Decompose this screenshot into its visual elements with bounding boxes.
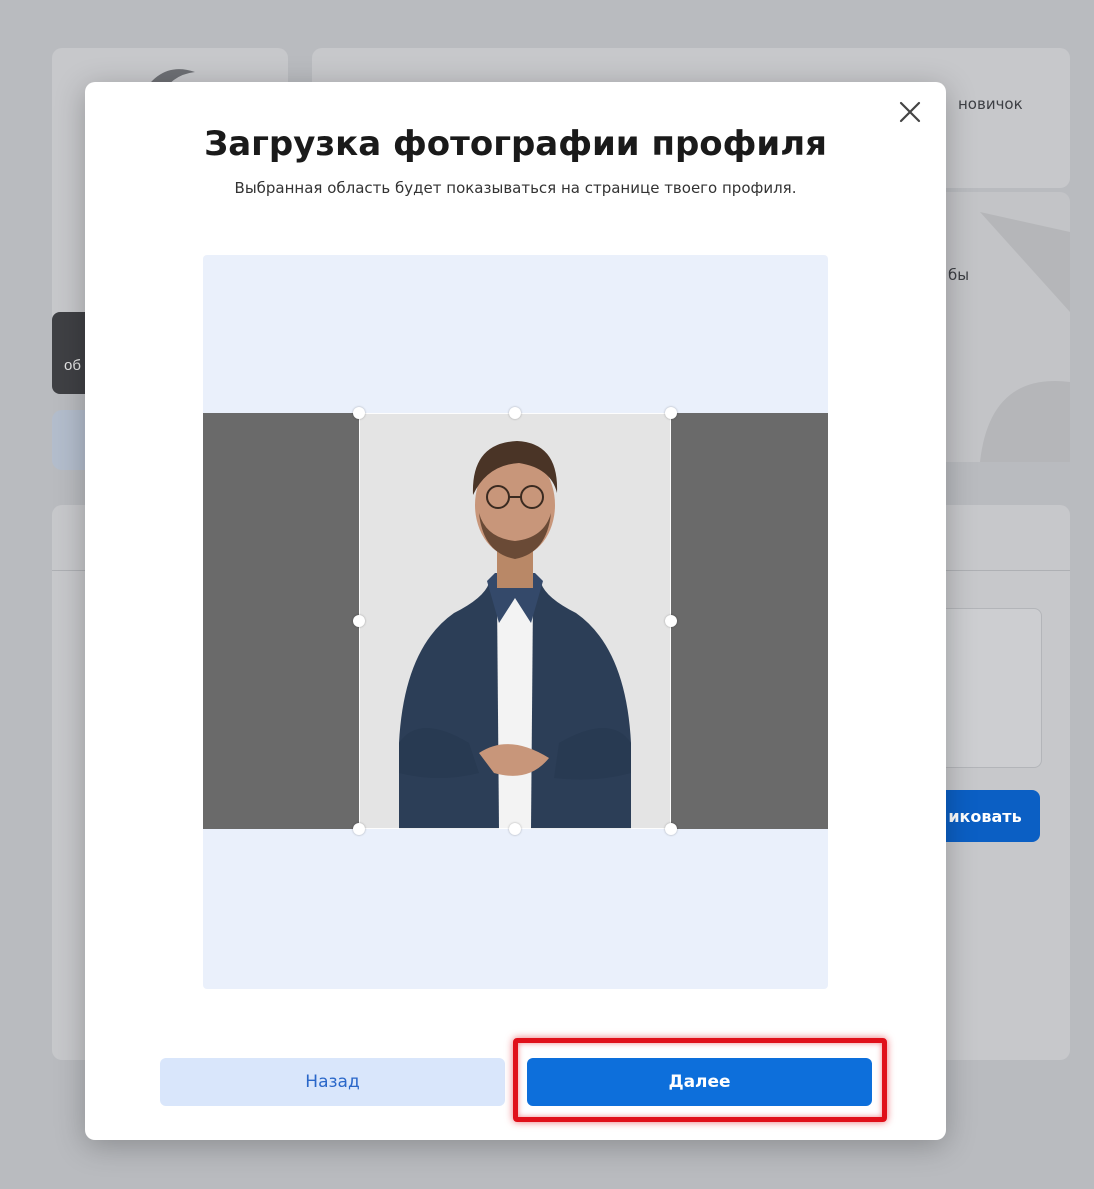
crop-handle-left[interactable] — [353, 615, 365, 627]
info-card-text: бы — [948, 266, 970, 284]
crop-area — [203, 255, 828, 989]
modal-title: Загрузка фотографии профиля — [204, 124, 827, 164]
publish-button[interactable]: иковать — [930, 790, 1040, 842]
crop-handle-bottom-left[interactable] — [353, 823, 365, 835]
publish-button-label: иковать — [948, 806, 1022, 826]
crop-handle-bottom[interactable] — [509, 823, 521, 835]
background-textarea[interactable] — [930, 608, 1042, 768]
upload-photo-modal: Загрузка фотографии профиля Выбранная об… — [85, 82, 946, 1140]
back-button[interactable]: Назад — [160, 1058, 505, 1106]
crop-frame — [359, 413, 671, 829]
modal-subtitle: Выбранная область будет показываться на … — [234, 179, 797, 197]
crop-handle-right[interactable] — [665, 615, 677, 627]
crop-handle-top[interactable] — [509, 407, 521, 419]
rank-label: новичок — [958, 95, 1023, 113]
tab-label: об — [64, 357, 81, 374]
crop-handle-bottom-right[interactable] — [665, 823, 677, 835]
next-button[interactable]: Далее — [527, 1058, 872, 1106]
crop-handle-top-right[interactable] — [665, 407, 677, 419]
crop-handle-top-left[interactable] — [353, 407, 365, 419]
